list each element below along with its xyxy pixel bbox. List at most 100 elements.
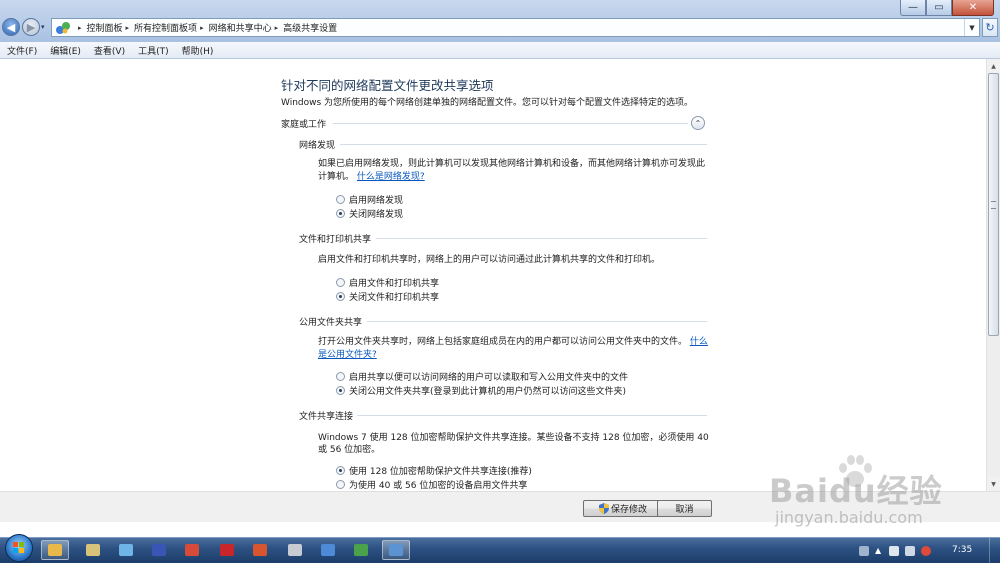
profile-heading-home-work: 家庭或工作 <box>281 120 327 130</box>
radio-disable-file-printer-sharing[interactable]: 关闭文件和打印机共享 <box>336 290 439 303</box>
address-dropdown-button[interactable]: ▼ <box>964 19 979 36</box>
radio-label: 启用文件和打印机共享 <box>349 279 440 289</box>
scroll-down-arrow-icon[interactable]: ▼ <box>987 477 1000 491</box>
vertical-scrollbar[interactable]: ▲ ▼ <box>986 59 1000 491</box>
content-area: 针对不同的网络配置文件更改共享选项 Windows 为您所使用的每个网络创建单独… <box>0 59 985 491</box>
menu-tools[interactable]: 工具(T) <box>131 44 175 57</box>
page-title: 针对不同的网络配置文件更改共享选项 <box>281 78 494 93</box>
radio-enable-public-folder-sharing[interactable]: 启用共享以便可以访问网络的用户可以读取和写入公用文件夹中的文件 <box>336 370 628 383</box>
collapse-section-button[interactable]: ⌃ <box>691 116 705 130</box>
taskbar-clock[interactable]: 7:35 <box>952 545 972 555</box>
network-status-icon[interactable] <box>905 545 915 556</box>
app-icon <box>288 544 302 556</box>
file-sharing-connections-text-2: 或 56 位加密。 <box>318 445 381 455</box>
taskbar-app-control-panel[interactable] <box>382 540 410 560</box>
save-changes-button[interactable]: 保存修改 <box>583 500 663 517</box>
menu-bar: 文件(F) 编辑(E) 查看(V) 工具(T) 帮助(H) <box>0 42 1000 59</box>
public-folder-sharing-text: 打开公用文件夹共享时，网络上包括家庭组成员在内的用户都可以访问公用文件夹中的文件… <box>318 337 688 347</box>
maximize-button[interactable]: ▭ <box>926 0 952 16</box>
network-icon <box>56 21 70 34</box>
network-discovery-text: 如果已启用网络发现，则此计算机可以发现其他网络计算机和设备，而其他网络计算机亦可… <box>318 159 706 169</box>
menu-edit[interactable]: 编辑(E) <box>43 44 87 57</box>
radio-enable-network-discovery[interactable]: 启用网络发现 <box>336 193 403 206</box>
breadcrumb-advanced-sharing[interactable]: 高级共享设置 <box>283 21 337 34</box>
arrow-left-icon: ◀ <box>6 20 16 34</box>
taskbar-app-7[interactable] <box>281 540 309 560</box>
radio-disable-network-discovery[interactable]: 关闭网络发现 <box>336 207 403 220</box>
taskbar-app-3[interactable] <box>145 540 173 560</box>
app-icon <box>220 544 234 556</box>
taskbar-app-4[interactable] <box>178 540 206 560</box>
chevron-up-icon: ⌃ <box>694 118 702 128</box>
file-sharing-connections-heading: 文件共享连接 <box>299 412 354 422</box>
section-divider <box>340 144 707 145</box>
cancel-button[interactable]: 取消 <box>657 500 712 517</box>
radio-label: 关闭网络发现 <box>349 210 404 220</box>
section-divider <box>333 123 688 124</box>
back-button[interactable]: ◀ <box>2 18 20 36</box>
menu-view[interactable]: 查看(V) <box>87 44 131 57</box>
uac-shield-icon <box>598 503 609 514</box>
file-printer-sharing-text: 启用文件和打印机共享时，网络上的用户可以访问通过此计算机共享的文件和打印机。 <box>318 255 661 265</box>
breadcrumb-control-panel[interactable]: 控制面板 <box>87 21 123 34</box>
app-icon <box>119 544 133 556</box>
volume-muted-icon[interactable] <box>921 545 931 556</box>
radio-disable-public-folder-sharing[interactable]: 关闭公用文件夹共享(登录到此计算机的用户仍然可以访问这些文件夹) <box>336 384 626 397</box>
scrollbar-thumb[interactable] <box>988 73 999 336</box>
breadcrumb-separator: ▸ <box>78 23 82 32</box>
app-icon <box>321 544 335 556</box>
radio-40-56-bit-encryption[interactable]: 为使用 40 或 56 位加密的设备启用文件共享 <box>336 478 527 491</box>
app-icon <box>185 544 199 556</box>
minimize-button[interactable]: — <box>900 0 926 16</box>
radio-unchecked-icon <box>336 372 345 381</box>
menu-help[interactable]: 帮助(H) <box>175 44 220 57</box>
radio-checked-icon <box>336 386 345 395</box>
radio-label: 关闭公用文件夹共享(登录到此计算机的用户仍然可以访问这些文件夹) <box>349 387 627 397</box>
file-sharing-connections-text: Windows 7 使用 128 位加密帮助保护文件共享连接。某些设备不支持 1… <box>318 433 709 443</box>
refresh-button[interactable]: ↻ <box>982 18 998 37</box>
radio-checked-icon <box>336 209 345 218</box>
taskbar-app-6[interactable] <box>246 540 274 560</box>
show-desktop-button[interactable] <box>989 538 1000 563</box>
action-center-icon[interactable] <box>889 545 899 556</box>
breadcrumb-separator: ▸ <box>274 23 279 32</box>
taskbar-app-8[interactable] <box>314 540 342 560</box>
taskbar-app-9[interactable] <box>347 540 375 560</box>
radio-unchecked-icon <box>336 195 345 204</box>
close-button[interactable]: ✕ <box>952 0 994 16</box>
system-tray: ▲ <box>856 538 934 563</box>
radio-checked-icon <box>336 466 345 475</box>
radio-label: 为使用 40 或 56 位加密的设备启用文件共享 <box>349 481 528 491</box>
recent-pages-dropdown[interactable]: ▾ <box>41 23 45 31</box>
network-discovery-text-2: 计算机。 <box>318 172 355 182</box>
app-icon <box>152 544 166 556</box>
public-folder-help-link-part2[interactable]: 是公用文件夹? <box>318 350 377 360</box>
menu-file[interactable]: 文件(F) <box>0 44 43 57</box>
taskbar: ▲ 7:35 <box>0 534 1000 563</box>
dialog-button-bar: 保存修改 取消 <box>0 491 1000 522</box>
refresh-icon: ↻ <box>985 21 995 34</box>
start-button[interactable] <box>5 534 33 562</box>
network-discovery-help-link[interactable]: 什么是网络发现? <box>357 172 425 182</box>
window-controls: — ▭ ✕ <box>900 0 994 16</box>
taskbar-app-5[interactable] <box>213 540 241 560</box>
forward-button[interactable]: ▶ <box>22 18 40 36</box>
address-bar[interactable]: ▸ 控制面板 ▸ 所有控制面板项 ▸ 网络和共享中心 ▸ 高级共享设置 ▼ <box>51 18 980 37</box>
title-bar: — ▭ ✕ ◀ ▶ ▾ ▸ 控制面板 ▸ 所有控制面板项 ▸ 网络和共享中心 ▸… <box>0 0 1000 42</box>
keyboard-icon[interactable] <box>859 545 869 556</box>
radio-enable-file-printer-sharing[interactable]: 启用文件和打印机共享 <box>336 276 439 289</box>
taskbar-app-explorer[interactable] <box>41 540 69 560</box>
taskbar-app-2[interactable] <box>112 540 140 560</box>
section-divider <box>357 415 707 416</box>
radio-128-bit-encryption[interactable]: 使用 128 位加密帮助保护文件共享连接(推荐) <box>336 464 532 477</box>
breadcrumb-all-items[interactable]: 所有控制面板项 <box>134 21 197 34</box>
show-hidden-icons-icon[interactable]: ▲ <box>875 546 883 556</box>
file-printer-sharing-heading: 文件和打印机共享 <box>299 235 372 245</box>
public-folder-help-link-part1[interactable]: 什么 <box>690 337 708 347</box>
save-changes-label: 保存修改 <box>610 505 647 515</box>
radio-label: 启用网络发现 <box>349 196 404 206</box>
taskbar-app-1[interactable] <box>79 540 107 560</box>
scroll-up-arrow-icon[interactable]: ▲ <box>987 59 1000 73</box>
breadcrumb-network-center[interactable]: 网络和共享中心 <box>209 21 272 34</box>
breadcrumb-separator: ▸ <box>200 23 204 32</box>
